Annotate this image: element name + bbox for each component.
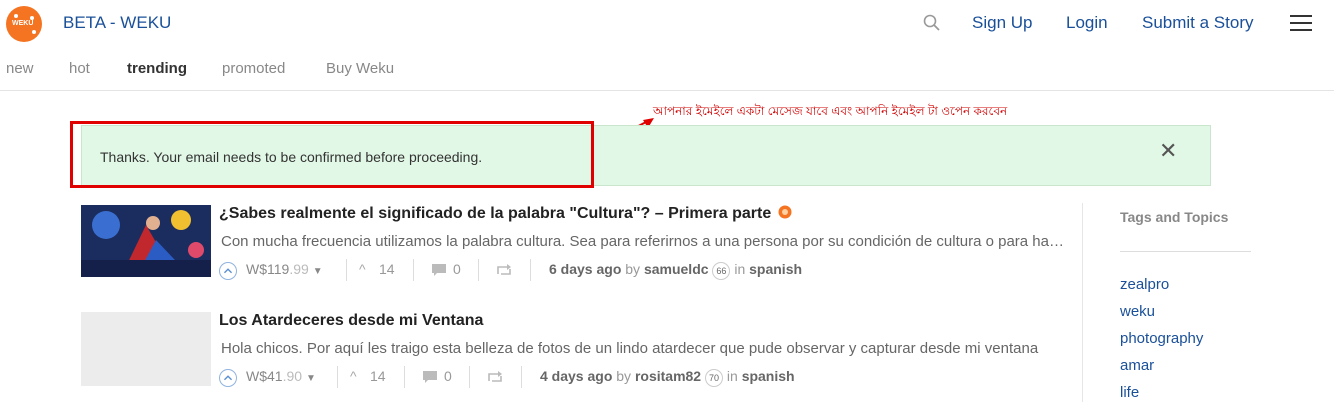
comment-count[interactable]: 0 [444, 368, 452, 384]
tag-link[interactable]: life [1120, 384, 1139, 401]
tab-promoted[interactable]: promoted [222, 60, 285, 77]
post-time[interactable]: 4 days ago [540, 368, 612, 384]
tab-buy-weku[interactable]: Buy Weku [326, 60, 394, 77]
brand-title[interactable]: BETA - WEKU [63, 13, 171, 33]
vote-count[interactable]: 14 [370, 368, 386, 384]
reblog-icon[interactable] [487, 370, 503, 384]
post-title[interactable]: ¿Sabes realmente el significado de la pa… [219, 205, 792, 223]
sidebar-divider [1082, 203, 1083, 402]
promoted-coin-icon [778, 205, 792, 219]
top-header: WEKU BETA - WEKU Sign Up Login Submit a … [0, 0, 1334, 48]
sidebar-rule [1120, 251, 1251, 252]
comment-count[interactable]: 0 [453, 261, 461, 277]
votes-chevron-icon: ^ [350, 368, 357, 384]
tab-trending[interactable]: trending [127, 60, 187, 77]
feed-tabs: new hot trending promoted Buy Weku [0, 48, 1334, 91]
annotation-highlight-box [70, 121, 594, 188]
vote-count[interactable]: 14 [379, 261, 395, 277]
weku-logo[interactable]: WEKU [6, 6, 42, 42]
reblog-icon[interactable] [496, 263, 512, 277]
payout-cents: .99 [289, 261, 309, 277]
post-excerpt[interactable]: Con mucha frecuencia utilizamos la palab… [221, 233, 1071, 250]
post-title-text: ¿Sabes realmente el significado de la pa… [219, 205, 772, 222]
payout-amount[interactable]: W$119.99 ▼ [246, 261, 323, 277]
by-label: by [625, 261, 641, 277]
post-author[interactable]: samueldc [644, 261, 709, 277]
login-link[interactable]: Login [1066, 13, 1108, 33]
in-label: in [734, 261, 746, 277]
chevron-down-icon[interactable]: ▼ [313, 266, 323, 277]
comment-icon[interactable] [431, 263, 447, 277]
search-icon[interactable] [923, 14, 941, 32]
comment-icon[interactable] [422, 370, 438, 384]
tab-new[interactable]: new [6, 60, 34, 77]
tag-link[interactable]: weku [1120, 303, 1155, 320]
submit-story-link[interactable]: Submit a Story [1142, 13, 1254, 33]
upvote-icon[interactable] [219, 262, 237, 280]
post-category[interactable]: spanish [742, 368, 795, 384]
tag-link[interactable]: photography [1120, 330, 1203, 347]
in-label: in [726, 368, 738, 384]
payout-value: W$119 [246, 261, 290, 277]
close-icon[interactable]: ✕ [1159, 140, 1177, 162]
by-label: by [616, 368, 632, 384]
chevron-down-icon[interactable]: ▼ [306, 373, 316, 384]
post-time[interactable]: 6 days ago [549, 261, 621, 277]
payout-amount[interactable]: W$41.90 ▼ [246, 368, 316, 384]
sidebar-title: Tags and Topics [1120, 209, 1229, 225]
post-meta-line: 6 days ago by samueldc 66 in spanish [549, 261, 802, 280]
menu-icon[interactable] [1290, 15, 1312, 33]
post-thumbnail[interactable] [81, 205, 211, 277]
tab-hot[interactable]: hot [69, 60, 90, 77]
post-thumbnail-placeholder[interactable] [81, 312, 211, 386]
post-item: Los Atardeceres desde mi Ventana Hola ch… [81, 312, 1071, 392]
votes-chevron-icon: ^ [359, 261, 366, 277]
tag-link[interactable]: zealpro [1120, 276, 1169, 293]
author-reputation: 66 [712, 262, 731, 280]
upvote-icon[interactable] [219, 369, 237, 387]
author-reputation: 70 [705, 369, 723, 387]
post-item: ¿Sabes realmente el significado de la pa… [81, 205, 1071, 285]
sign-up-link[interactable]: Sign Up [972, 13, 1032, 33]
tag-link[interactable]: amar [1120, 357, 1154, 374]
annotation-text: আপনার ইমেইলে একটা মেসেজ যাবে এবং আপনি ইম… [653, 104, 1008, 118]
post-excerpt[interactable]: Hola chicos. Por aquí les traigo esta be… [221, 340, 1059, 357]
post-author[interactable]: rositam82 [635, 368, 701, 384]
logo-text: WEKU [12, 20, 34, 27]
post-title[interactable]: Los Atardeceres desde mi Ventana [219, 312, 483, 330]
payout-value: W$41 [246, 368, 283, 384]
payout-cents: .90 [282, 368, 303, 384]
post-category[interactable]: spanish [749, 261, 802, 277]
post-meta-line: 4 days ago by rositam82 70 in spanish [540, 368, 795, 387]
